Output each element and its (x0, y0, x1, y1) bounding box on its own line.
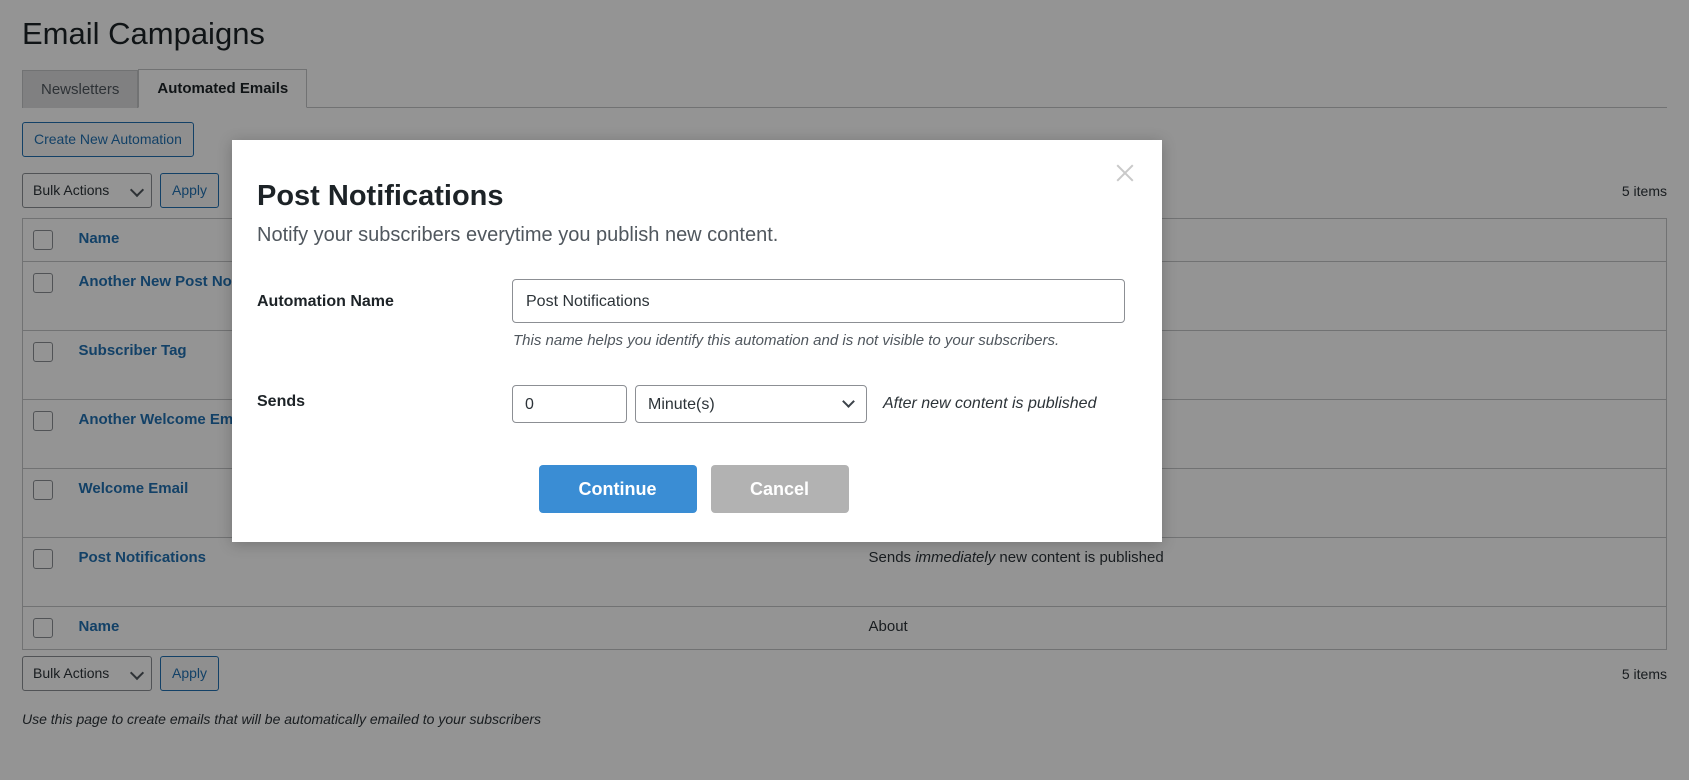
post-notifications-modal: Post Notifications Notify your subscribe… (232, 140, 1162, 542)
sends-control: 0 Minute(s) After new content is publish… (512, 357, 1130, 423)
sends-after-text: After new content is published (883, 395, 1096, 413)
cancel-button[interactable]: Cancel (711, 465, 849, 513)
automation-name-control: Post Notifications This name helps you i… (512, 279, 1130, 349)
automation-name-label: Automation Name (257, 279, 512, 311)
sends-row: 0 Minute(s) After new content is publish… (512, 385, 1130, 423)
modal-title: Post Notifications (257, 178, 1130, 214)
automation-name-input[interactable]: Post Notifications (512, 279, 1125, 323)
sends-label: Sends (257, 357, 512, 411)
modal-actions: Continue Cancel (257, 465, 1130, 513)
chevron-down-icon (842, 395, 855, 408)
close-icon[interactable] (1110, 158, 1140, 188)
modal-subtitle: Notify your subscribers everytime you pu… (257, 222, 1130, 249)
automation-name-hint: This name helps you identify this automa… (512, 323, 1130, 349)
automation-name-field-row: Automation Name Post Notifications This … (257, 279, 1130, 349)
continue-button[interactable]: Continue (539, 465, 697, 513)
sends-field-row: Sends 0 Minute(s) After new content is p… (257, 357, 1130, 423)
sends-amount-input[interactable]: 0 (512, 385, 627, 423)
sends-unit-select[interactable]: Minute(s) (635, 385, 867, 423)
modal-body: Post Notifications Notify your subscribe… (232, 140, 1162, 513)
sends-unit-value: Minute(s) (648, 396, 715, 413)
